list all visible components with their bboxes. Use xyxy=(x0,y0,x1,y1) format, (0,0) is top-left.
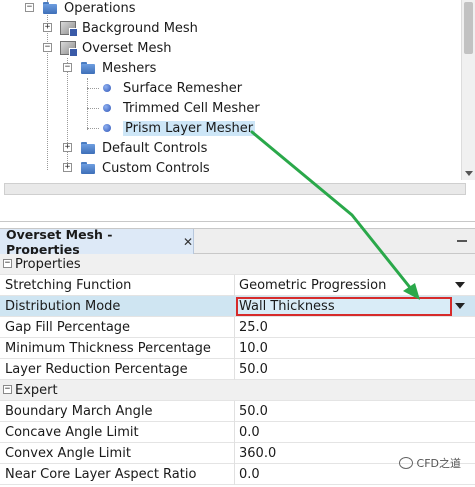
collapse-icon[interactable]: − xyxy=(63,63,72,72)
tree-node-prism-layer-mesher[interactable]: Prism Layer Mesher xyxy=(99,118,256,138)
scrollbar-thumb[interactable] xyxy=(464,2,473,54)
mesher-dot-icon xyxy=(103,124,111,132)
mesh-operation-icon xyxy=(60,41,78,57)
tree-node-label: Custom Controls xyxy=(102,160,210,176)
property-value[interactable]: 50.0 xyxy=(239,404,268,419)
category-row-expert[interactable]: − Expert xyxy=(0,380,475,401)
property-row-boundary-march-angle[interactable]: Boundary March Angle 50.0 xyxy=(0,401,475,422)
category-label: Properties xyxy=(15,257,81,272)
folder-icon xyxy=(80,161,96,175)
scroll-down-arrow-icon[interactable] xyxy=(465,171,473,176)
expand-icon[interactable]: + xyxy=(63,163,72,172)
collapse-icon[interactable]: − xyxy=(3,259,12,268)
expand-icon[interactable]: + xyxy=(43,23,52,32)
tree-guide-line xyxy=(87,128,99,129)
watermark-text: CFD之道 xyxy=(416,457,461,470)
property-name: Stretching Function xyxy=(5,278,132,293)
property-value[interactable]: 10.0 xyxy=(239,341,268,356)
simulation-tree-panel: − Operations + Background Mesh − Overset… xyxy=(0,0,475,222)
watermark: CFD之道 xyxy=(398,455,461,471)
property-row-concave-angle-limit[interactable]: Concave Angle Limit 0.0 xyxy=(0,422,475,443)
minimize-icon[interactable] xyxy=(457,240,467,242)
column-divider xyxy=(234,443,235,464)
property-row-layer-reduction-percentage[interactable]: Layer Reduction Percentage 50.0 xyxy=(0,359,475,380)
property-name: Convex Angle Limit xyxy=(5,446,131,461)
property-value[interactable]: Geometric Progression xyxy=(239,278,386,293)
properties-tab[interactable]: Overset Mesh - Properties ✕ xyxy=(0,226,194,257)
property-row-gap-fill-percentage[interactable]: Gap Fill Percentage 25.0 xyxy=(0,317,475,338)
column-divider xyxy=(234,464,235,485)
collapse-icon[interactable]: − xyxy=(3,385,12,394)
tree-node-overset-mesh[interactable]: − Overset Mesh xyxy=(43,38,172,58)
properties-panel: Overset Mesh - Properties ✕ − Properties… xyxy=(0,226,475,487)
dropdown-arrow-icon[interactable] xyxy=(455,282,465,288)
column-divider xyxy=(234,317,235,338)
folder-icon xyxy=(80,61,96,75)
mesher-dot-icon xyxy=(103,84,111,92)
property-row-stretching-function[interactable]: Stretching Function Geometric Progressio… xyxy=(0,275,475,296)
tree-node-label: Trimmed Cell Mesher xyxy=(123,100,260,116)
tree-vertical-scrollbar[interactable] xyxy=(461,0,475,180)
property-value[interactable]: 0.0 xyxy=(239,467,260,482)
property-value[interactable]: 25.0 xyxy=(239,320,268,335)
tree-node-label: Background Mesh xyxy=(82,20,198,36)
property-value[interactable]: 360.0 xyxy=(239,446,276,461)
tree-node-operations[interactable]: − Operations xyxy=(25,0,136,18)
folder-icon xyxy=(80,141,96,155)
tree-node-label: Prism Layer Mesher xyxy=(123,120,256,136)
tree-horizontal-scrollbar[interactable] xyxy=(4,183,466,195)
property-row-minimum-thickness-percentage[interactable]: Minimum Thickness Percentage 10.0 xyxy=(0,338,475,359)
tree-node-label: Meshers xyxy=(102,60,157,76)
expand-icon[interactable]: + xyxy=(63,143,72,152)
properties-panel-header: Overset Mesh - Properties ✕ xyxy=(0,226,475,257)
property-value[interactable]: Wall Thickness xyxy=(239,299,335,314)
tree-node-custom-controls[interactable]: + Custom Controls xyxy=(63,158,210,178)
close-icon[interactable]: ✕ xyxy=(183,235,193,249)
properties-tab-title: Overset Mesh - Properties xyxy=(6,226,113,257)
dropdown-arrow-icon[interactable] xyxy=(455,303,465,309)
tree-node-label: Surface Remesher xyxy=(123,80,243,96)
collapse-icon[interactable]: − xyxy=(43,43,52,52)
property-value[interactable]: 0.0 xyxy=(239,425,260,440)
property-name: Gap Fill Percentage xyxy=(5,320,131,335)
tree-node-default-controls[interactable]: + Default Controls xyxy=(63,138,207,158)
property-row-distribution-mode[interactable]: Distribution Mode Wall Thickness xyxy=(0,296,475,317)
column-divider xyxy=(234,275,235,296)
tree-guide-line xyxy=(87,88,99,89)
column-divider xyxy=(234,401,235,422)
tree-guide-line xyxy=(87,108,99,109)
mesher-dot-icon xyxy=(103,104,111,112)
property-name: Minimum Thickness Percentage xyxy=(5,341,211,356)
tree-node-trimmed-cell-mesher[interactable]: Trimmed Cell Mesher xyxy=(99,98,260,118)
tree-node-label: Overset Mesh xyxy=(82,40,172,56)
tree-node-meshers[interactable]: − Meshers xyxy=(63,58,156,78)
mesh-operation-icon xyxy=(60,21,78,37)
column-divider xyxy=(234,338,235,359)
tree-node-surface-remesher[interactable]: Surface Remesher xyxy=(99,78,242,98)
column-divider xyxy=(234,359,235,380)
tree-guide-line xyxy=(87,78,88,130)
property-name: Distribution Mode xyxy=(5,299,121,314)
property-name: Boundary March Angle xyxy=(5,404,153,419)
property-name: Layer Reduction Percentage xyxy=(5,362,188,377)
property-value[interactable]: 50.0 xyxy=(239,362,268,377)
property-name: Concave Angle Limit xyxy=(5,425,139,440)
wechat-icon xyxy=(398,457,413,469)
collapse-icon[interactable]: − xyxy=(25,3,34,12)
folder-icon xyxy=(42,1,58,15)
tree-node-label: Operations xyxy=(64,0,136,16)
category-row-properties[interactable]: − Properties xyxy=(0,254,475,275)
category-label: Expert xyxy=(15,383,58,398)
column-divider xyxy=(234,422,235,443)
tree-node-background-mesh[interactable]: + Background Mesh xyxy=(43,18,198,38)
property-name: Near Core Layer Aspect Ratio xyxy=(5,467,197,482)
tree-node-label: Default Controls xyxy=(102,140,208,156)
